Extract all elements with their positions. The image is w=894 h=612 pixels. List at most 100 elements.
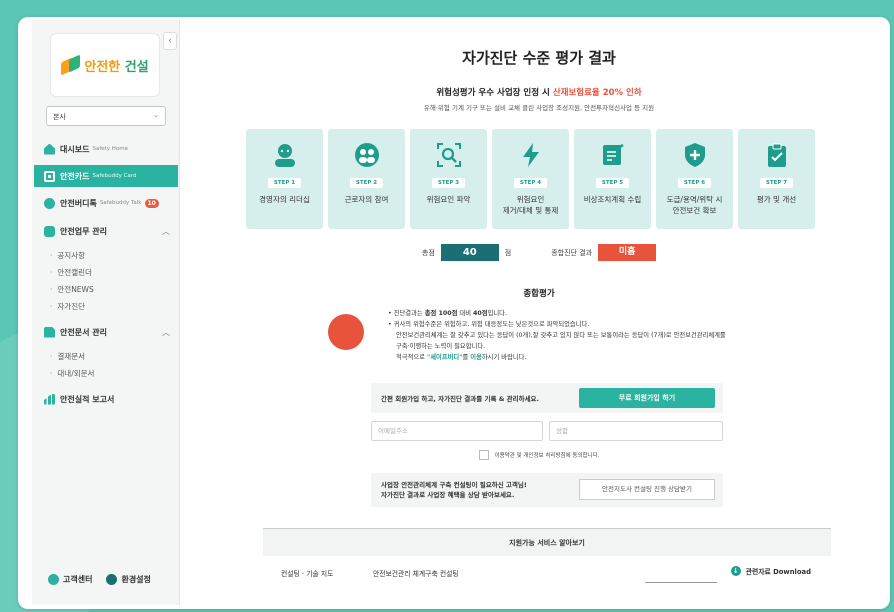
chart-icon [44, 393, 55, 405]
step-tag: STEP 2 [349, 178, 384, 188]
service-category: 컨설팅 · 기술 지도 [281, 570, 334, 578]
summary-l5-pre: 적극적으로 [396, 354, 427, 361]
step-label-line-1: 비상조치계획 수립 [583, 195, 642, 204]
divider [645, 582, 717, 583]
brand-logo[interactable]: 안전한 건설 [50, 33, 160, 97]
check-shield-icon [44, 225, 55, 237]
email-field[interactable]: 이메일주소 [371, 421, 543, 441]
step-label: 위험요인 파악 [427, 194, 471, 205]
step-card-5: STEP 5 비상조치계획 수립 [574, 129, 651, 229]
document-icon [44, 326, 55, 338]
summary-l5-use: 이용 [470, 354, 482, 361]
document-icon [599, 141, 627, 169]
step-tag: STEP 3 [431, 178, 466, 188]
sidebar-item-talk[interactable]: 안전버디톡 Safebuddy Talk 10 [32, 192, 180, 214]
sidebar-item-docs[interactable]: 안전문서 관리 ︿ [32, 321, 180, 343]
summary-title: 종합평가 [523, 289, 555, 299]
sidebar-item-label: 안전업무 관리 [60, 226, 107, 236]
consult-button[interactable]: 안전지도사 컨설팅 진행 상담받기 [579, 479, 715, 500]
home-icon [44, 143, 55, 155]
support-link[interactable]: 고객센터 [48, 574, 92, 585]
sidebar-group-work: 안전업무 관리 ︿ 공지사항 안전캘린더 안전NEWS 자가진단 [32, 220, 180, 315]
steps-list: STEP 1 경영자의 리더십 STEP 2 근로자의 참여 STEP 3 위험요인 파악… [246, 129, 815, 229]
sidebar-subitem-calendar[interactable]: 안전캘린더 [32, 264, 180, 281]
chevron-up-icon[interactable]: ︿ [162, 226, 170, 237]
step-label: 도급/용역/위탁 시 안전보건 확보 [667, 194, 723, 216]
name-field[interactable]: 성함 [549, 421, 723, 441]
sidebar-item-card[interactable]: 안전카드 Safebuddy Card [34, 165, 178, 187]
signup-text: 간편 회원가입 하고, 자가진단 결과를 기록 & 관리하세요. [381, 395, 540, 403]
step-label-line-1: 경영자의 리더십 [259, 195, 310, 204]
sidebar-subitem-approval[interactable]: 결재문서 [32, 348, 180, 365]
summary-line-2: • 귀사의 위험수준은 위험하고, 위험 대응정도는 낮은것으로 파악되었습니다… [388, 321, 590, 328]
total-score-label: 총점 [421, 248, 435, 257]
lightning-icon [517, 141, 545, 169]
gear-icon [106, 574, 118, 585]
clipboard-icon [763, 141, 791, 169]
chevron-up-icon[interactable]: ︿ [162, 327, 170, 338]
branch-select-value: 본사 [53, 113, 66, 121]
benefit-text: 위험성평가 우수 사업장 인정 시 [436, 88, 553, 98]
sidebar-item-report[interactable]: 안전실적 보고서 [32, 388, 180, 410]
sidebar-subitem-self-diagnosis[interactable]: 자가진단 [32, 298, 180, 315]
step-label: 근로자의 참여 [345, 194, 389, 205]
headset-icon [48, 574, 59, 585]
app-window: 안전한 건설 본사 ⌄ 대시보드 Safety Home 안전카드 Safebu… [18, 17, 890, 609]
step-card-4: STEP 4 위험요인 제거/대체 및 통제 [492, 129, 569, 229]
summary-text: • 진단결과는 총점 100점 대비 40점입니다. • 귀사의 위험수준은 위… [388, 308, 828, 363]
summary-l1-score: 40점 [473, 310, 488, 317]
benefit-subtext: 유해·위험 기계 기구 또는 설비 교체 클린 사업장 조성지원, 안전투자혁신… [423, 104, 655, 112]
sidebar: 안전한 건설 본사 ⌄ 대시보드 Safety Home 안전카드 Safebu… [32, 20, 180, 605]
step-label-line-2: 안전보건 확보 [672, 206, 717, 215]
step-tag: STEP 5 [595, 178, 630, 188]
sidebar-item-label: 안전실적 보고서 [60, 394, 115, 404]
summary-line-3: 안전보건관리체계는 잘 갖추고 있다는 응답이 (0개),잘 갖추고 있지 않다… [396, 332, 726, 339]
sidebar-collapse-button[interactable]: ‹ [163, 32, 177, 50]
sidebar-item-label: 대시보드 [60, 144, 90, 154]
result-badge: 미흡 [598, 244, 657, 261]
step-label-line-1: 위험요인 [516, 195, 545, 204]
settings-link[interactable]: 환경설정 [106, 574, 151, 585]
consult-banner: 사업장 안전관리체계 구축 컨설팅이 필요하신 고객님! 자가진단 결과로 사업… [371, 473, 723, 507]
step-label-line-1: 근로자의 참여 [344, 195, 389, 204]
step-tag: STEP 1 [267, 178, 302, 188]
sidebar-subitem-internal-external[interactable]: 대내/외문서 [32, 365, 180, 382]
download-label: 관련자료 Download [745, 568, 811, 576]
result-label: 종합진단 결과 [551, 248, 593, 257]
service-row: 컨설팅 · 기술 지도 안전보건관리 체계구축 컨설팅 ↓ 관련자료 Downlo… [263, 564, 831, 584]
sidebar-item-label: 안전문서 관리 [60, 327, 107, 337]
step-tag: STEP 6 [677, 178, 712, 188]
page-title: 자가진단 수준 평가 결과 [462, 49, 616, 67]
magnifier-icon [435, 141, 463, 169]
branch-select[interactable]: 본사 ⌄ [46, 106, 166, 126]
brand-logo-part1: 안전한 [84, 59, 121, 75]
sidebar-item-label: 안전버디톡 [60, 198, 97, 208]
step-label: 위험요인 제거/대체 및 통제 [503, 194, 559, 216]
step-card-2: STEP 2 근로자의 참여 [328, 129, 405, 229]
signup-button[interactable]: 무료 회원가입 하기 [579, 388, 715, 408]
summary-l1-pre: • 진단결과는 [388, 310, 425, 317]
agree-label: 이용약관 및 개인정보 처리방침에 동의합니다. [494, 453, 600, 459]
sidebar-subitem-news[interactable]: 안전NEWS [32, 281, 180, 298]
agree-checkbox[interactable] [478, 450, 489, 460]
sidebar-item-work[interactable]: 안전업무 관리 ︿ [32, 220, 180, 242]
score-row: 총점 40 점 종합진단 결과 미흡 [188, 244, 890, 261]
sidebar-item-dashboard[interactable]: 대시보드 Safety Home [32, 138, 180, 160]
sidebar-subitem-notice[interactable]: 공지사항 [32, 247, 180, 264]
card-icon [44, 170, 55, 182]
benefit-highlight: 산재보험료율 20% 인하 [552, 88, 642, 98]
step-card-7: STEP 7 평가 및 개선 [738, 129, 815, 229]
chevron-down-icon: ⌄ [153, 111, 159, 119]
step-tag: STEP 4 [513, 178, 548, 188]
brand-logo-text: 안전한 건설 [84, 56, 148, 75]
chat-icon [44, 197, 55, 209]
main-content: 자가진단 수준 평가 결과 위험성평가 우수 사업장 인정 시 산재보험료율 2… [188, 17, 890, 609]
sidebar-item-sublabel: Safebuddy Card [92, 173, 137, 179]
step-card-1: STEP 1 경영자의 리더십 [246, 129, 323, 229]
step-tag: STEP 7 [759, 178, 794, 188]
service-name: 안전보건관리 체계구축 컨설팅 [373, 570, 459, 578]
total-score-value: 40 [440, 244, 499, 261]
step-label-line-1: 평가 및 개선 [756, 195, 797, 204]
download-link[interactable]: ↓ 관련자료 Download [730, 566, 811, 576]
settings-label: 환경설정 [121, 575, 151, 584]
